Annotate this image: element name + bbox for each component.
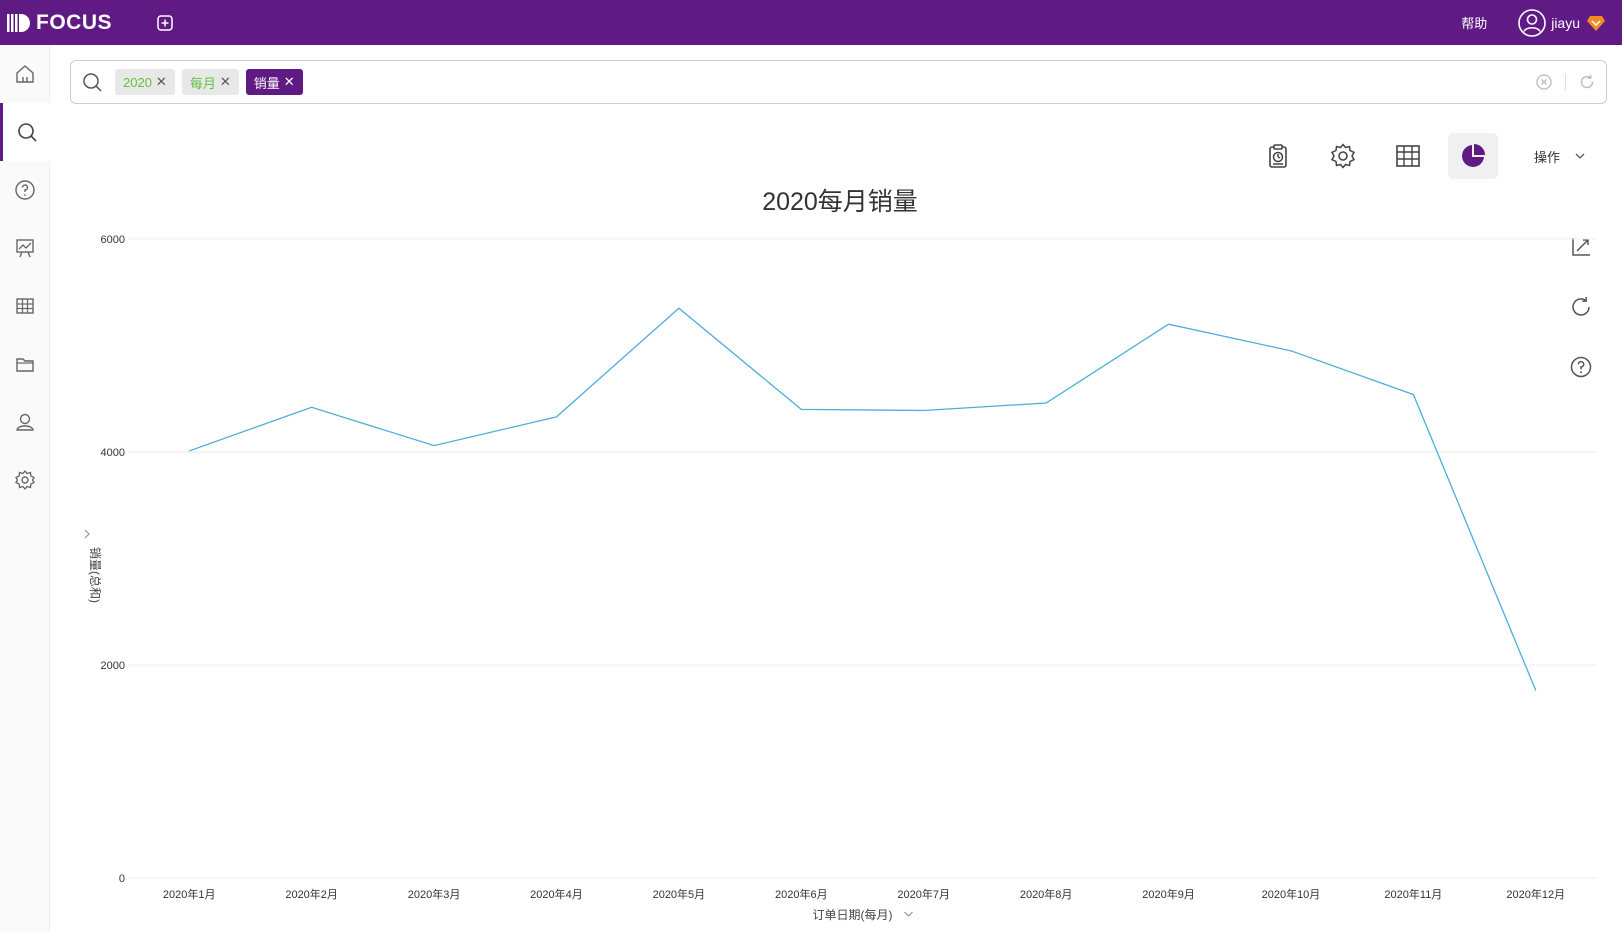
x-tick-label: 2020年8月	[1020, 887, 1073, 901]
x-tick-label: 2020年4月	[530, 887, 583, 901]
y-tick-label: 2000	[101, 660, 125, 672]
x-tick-label: 2020年5月	[653, 887, 706, 901]
y-tick-label: 0	[119, 873, 125, 885]
x-tick-label: 2020年12月	[1506, 887, 1565, 901]
x-tick-label: 2020年3月	[408, 887, 461, 901]
y-tick-label: 4000	[101, 447, 125, 459]
x-tick-label: 2020年7月	[897, 887, 950, 901]
x-tick-label: 2020年2月	[285, 887, 338, 901]
x-tick-label: 2020年10月	[1262, 887, 1321, 901]
y-axis-chevron-icon	[84, 529, 90, 539]
x-tick-label: 2020年11月	[1384, 887, 1442, 901]
x-tick-label: 2020年1月	[163, 887, 216, 901]
x-axis-chevron-icon	[904, 911, 913, 917]
line-chart: 0 2000 4000 6000 2020年1月 2020年2月 2020年3月 2020年4…	[84, 234, 1597, 922]
y-tick-label: 6000	[101, 234, 125, 246]
series-line	[188, 307, 1537, 691]
x-axis-label: 订单日期(每月)	[813, 907, 893, 922]
x-tick-label: 2020年6月	[775, 887, 828, 901]
y-axis-label: 销量(总和)	[88, 547, 102, 603]
x-tick-label: 2020年9月	[1142, 887, 1195, 901]
